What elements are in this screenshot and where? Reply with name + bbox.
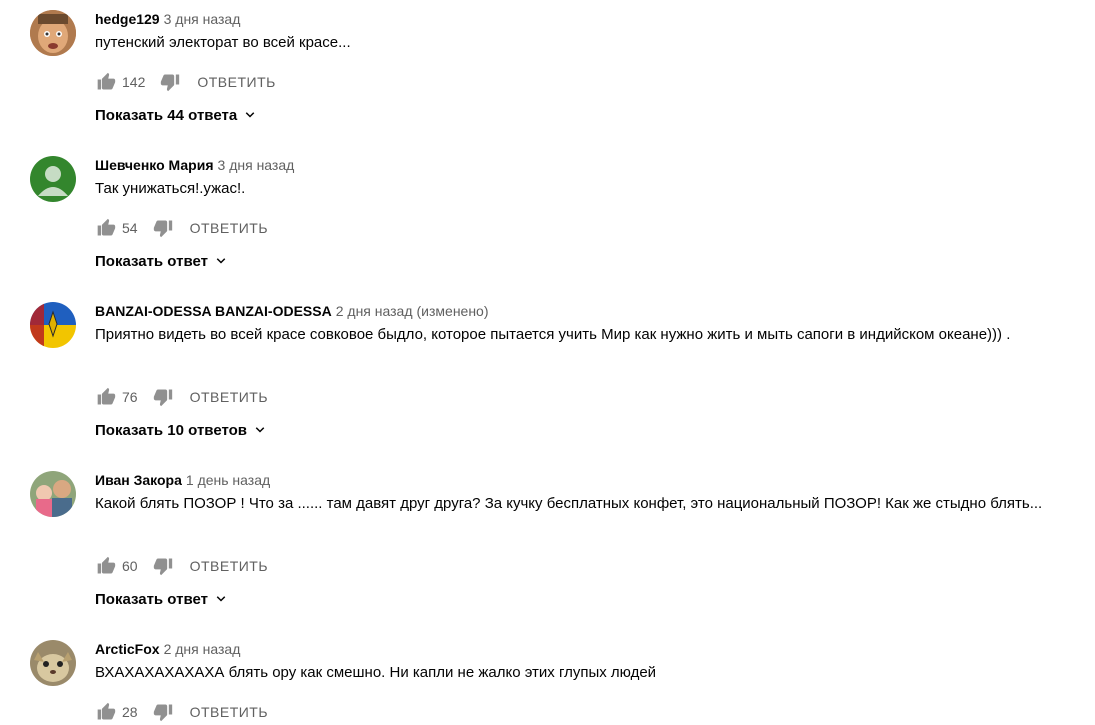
comment-body: BANZAI-ODESSA BANZAI-ODESSA 2 дня назад (и… [95,302,1080,347]
comment-header: hedge129 3 дня назад [95,10,1080,28]
dislike-button[interactable] [152,701,174,723]
comment-actions: 60 ОТВЕТИТЬ [95,554,268,578]
comment-time[interactable]: 2 дня назад [164,641,241,657]
reply-button[interactable]: ОТВЕТИТЬ [190,558,268,574]
chevron-down-icon [255,427,265,433]
thumbs-up-icon [97,387,116,405]
comment-actions: 142 ОТВЕТИТЬ [95,70,276,94]
avatar[interactable] [30,302,76,348]
show-replies-label: Показать ответ [95,252,208,270]
comment-text: Какой блять ПОЗОР ! Что за ...... там да… [95,495,1043,512]
like-button[interactable] [95,386,117,408]
author-name[interactable]: hedge129 [95,11,160,27]
comment-body: hedge129 3 дня назад путенский электорат … [95,10,1080,55]
dislike-button[interactable] [152,217,174,239]
show-replies-label: Показать 44 ответа [95,106,238,124]
comment-time[interactable]: 1 день назад [186,472,270,488]
chevron-down-icon [216,596,226,602]
author-name[interactable]: Иван Закора [95,472,182,488]
avatar[interactable] [30,471,76,517]
dislike-button[interactable] [152,386,174,408]
thumbs-down-icon [161,74,180,92]
like-button[interactable] [95,217,117,239]
comment-time[interactable]: 3 дня назад [218,157,295,173]
author-name[interactable]: BANZAI-ODESSA BANZAI-ODESSA [95,303,332,319]
like-count: 54 [122,220,138,236]
reply-button[interactable]: ОТВЕТИТЬ [190,704,268,720]
show-replies-label: Показать 10 ответов [95,421,247,439]
like-button[interactable] [95,71,117,93]
thumbs-down-icon [153,558,172,576]
show-replies-label: Показать ответ [95,590,208,608]
dislike-button[interactable] [159,71,181,93]
comment-header: BANZAI-ODESSA BANZAI-ODESSA 2 дня назад (и… [95,302,1080,320]
author-name[interactable]: Шевченко Мария [95,157,214,173]
comment-time[interactable]: 2 дня назад [336,303,413,319]
avatar[interactable] [30,156,76,202]
reply-button[interactable]: ОТВЕТИТЬ [197,74,275,90]
avatar[interactable] [30,640,76,686]
avatar[interactable] [30,10,76,56]
thumbs-up-icon [97,702,116,720]
comment-text: Приятно видеть во всей красе совковое бы… [95,326,1011,343]
thumbs-down-icon [153,220,172,238]
show-replies-button[interactable]: Показать 44 ответа [95,103,259,127]
comment-header: Иван Закора 1 день назад [95,471,1080,489]
author-name[interactable]: ArcticFox [95,641,160,657]
comment-header: ArcticFox 2 дня назад [95,640,1080,658]
edited-label: (изменено) [416,303,489,319]
comment-actions: 28 ОТВЕТИТЬ [95,700,268,724]
thumbs-up-icon [97,72,116,90]
comment-body: Иван Закора 1 день назад Какой блять ПОЗО… [95,471,1080,516]
chevron-down-icon [216,258,226,264]
like-count: 28 [122,704,138,720]
like-count: 142 [122,74,146,90]
show-replies-button[interactable]: Показать 10 ответов [95,418,269,442]
comment-text: Так унижаться!.ужас!. [95,180,246,197]
like-count: 76 [122,389,138,405]
comment-text: путенский электорат во всей красе... [95,34,351,51]
like-button[interactable] [95,701,117,723]
dislike-button[interactable] [152,555,174,577]
thumbs-up-icon [97,218,116,236]
thumbs-down-icon [153,389,172,407]
reply-button[interactable]: ОТВЕТИТЬ [190,220,268,236]
comment-actions: 54 ОТВЕТИТЬ [95,216,268,240]
reply-button[interactable]: ОТВЕТИТЬ [190,389,268,405]
chevron-down-icon [245,112,255,118]
show-replies-button[interactable]: Показать ответ [95,587,230,611]
comment-body: Шевченко Мария 3 дня назад Так унижаться!… [95,156,1080,201]
comment-actions: 76 ОТВЕТИТЬ [95,385,268,409]
comment-time[interactable]: 3 дня назад [164,11,241,27]
like-button[interactable] [95,555,117,577]
thumbs-up-icon [97,556,116,574]
show-replies-button[interactable]: Показать ответ [95,249,230,273]
comment-body: ArcticFox 2 дня назад ВХАХАХАХАХАХА блять… [95,640,1080,685]
comment-text: ВХАХАХАХАХАХА блять ору как смешно. Ни к… [95,664,657,681]
thumbs-down-icon [153,704,172,722]
comment-header: Шевченко Мария 3 дня назад [95,156,1080,174]
like-count: 60 [122,558,138,574]
